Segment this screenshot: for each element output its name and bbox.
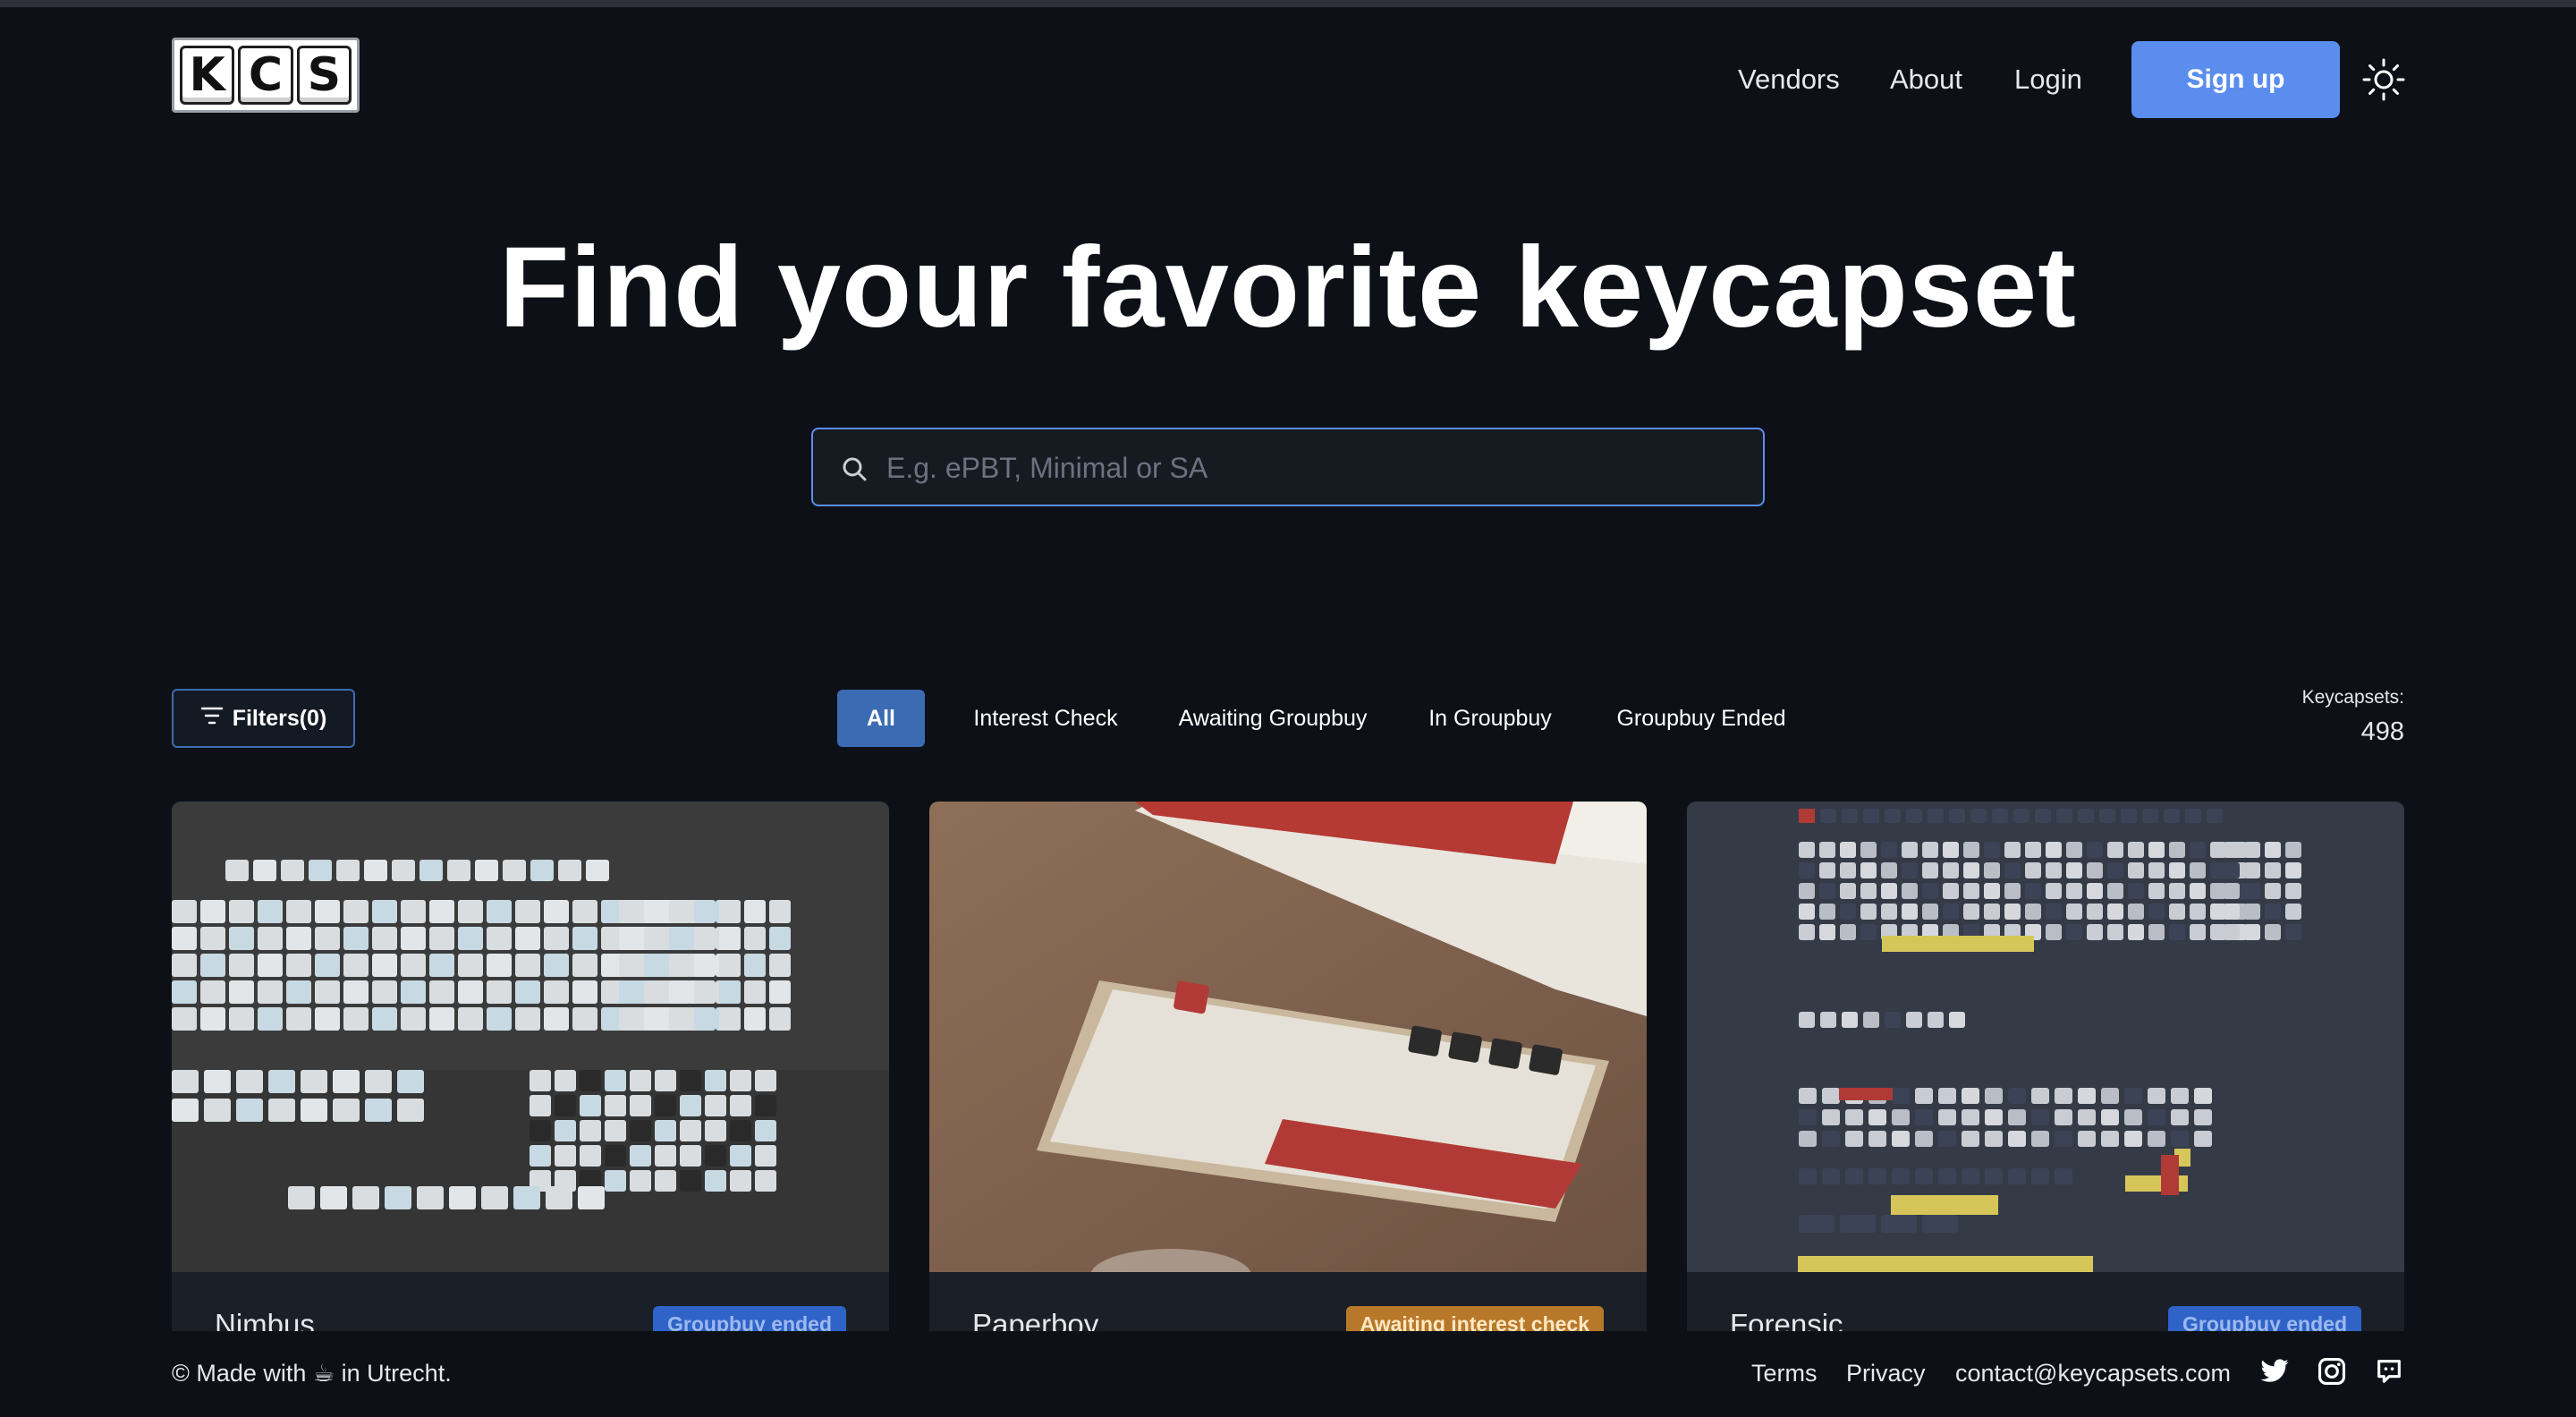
- tab-in-groupbuy[interactable]: In Groupbuy: [1413, 690, 1567, 747]
- logo-key-c: C: [238, 46, 293, 105]
- filter-icon: [200, 706, 224, 732]
- nav-login-link[interactable]: Login: [2014, 41, 2082, 118]
- nav-about-link[interactable]: About: [1890, 41, 1962, 118]
- logo-key-s: S: [296, 46, 352, 105]
- tab-interest-check[interactable]: Interest Check: [959, 690, 1132, 747]
- filters-button[interactable]: Filters(0): [172, 689, 355, 748]
- filters-label: Filters(0): [232, 705, 327, 731]
- search-input[interactable]: [885, 429, 1747, 506]
- twitter-icon[interactable]: [2259, 1356, 2290, 1387]
- keycapset-card-paperboy[interactable]: Paperboy Awaiting interest check: [929, 802, 1647, 1338]
- card-image-forensic: [1687, 802, 2404, 1272]
- discord-icon[interactable]: [2374, 1356, 2404, 1387]
- search-icon: [840, 454, 869, 483]
- nav-vendors-link[interactable]: Vendors: [1738, 41, 1840, 118]
- hero-title: Find your favorite keycapset: [499, 224, 2077, 352]
- terms-link[interactable]: Terms: [1751, 1360, 1818, 1387]
- footer: © Made with ☕ in Utrecht. Terms Privacy …: [0, 1331, 2576, 1417]
- logo-key-k: K: [180, 46, 235, 105]
- made-with-text: © Made with ☕ in Utrecht.: [172, 1360, 452, 1387]
- sun-icon[interactable]: [2361, 57, 2406, 102]
- card-image-nimbus: [172, 802, 889, 1272]
- tab-awaiting-groupbuy[interactable]: Awaiting Groupbuy: [1166, 690, 1379, 747]
- keycapsets-count-label: Keycapsets:: [2301, 687, 2404, 708]
- keycapset-card-nimbus[interactable]: Nimbus Groupbuy ended: [172, 802, 889, 1338]
- keycapsets-count-value: 498: [2360, 717, 2404, 746]
- sign-up-button[interactable]: Sign up: [2131, 41, 2340, 118]
- contact-email-link[interactable]: contact@keycapsets.com: [1955, 1360, 2231, 1387]
- window-top-border: [0, 0, 2576, 7]
- privacy-link[interactable]: Privacy: [1846, 1360, 1926, 1387]
- keycapset-card-forensic[interactable]: Forensic Groupbuy ended: [1687, 802, 2404, 1338]
- search-box[interactable]: [811, 428, 1765, 506]
- kcs-logo[interactable]: K C S: [172, 38, 360, 113]
- tab-all[interactable]: All: [837, 690, 925, 747]
- tab-groupbuy-ended[interactable]: Groupbuy Ended: [1601, 690, 1801, 747]
- card-image-paperboy: [929, 802, 1647, 1302]
- instagram-icon[interactable]: [2317, 1356, 2347, 1387]
